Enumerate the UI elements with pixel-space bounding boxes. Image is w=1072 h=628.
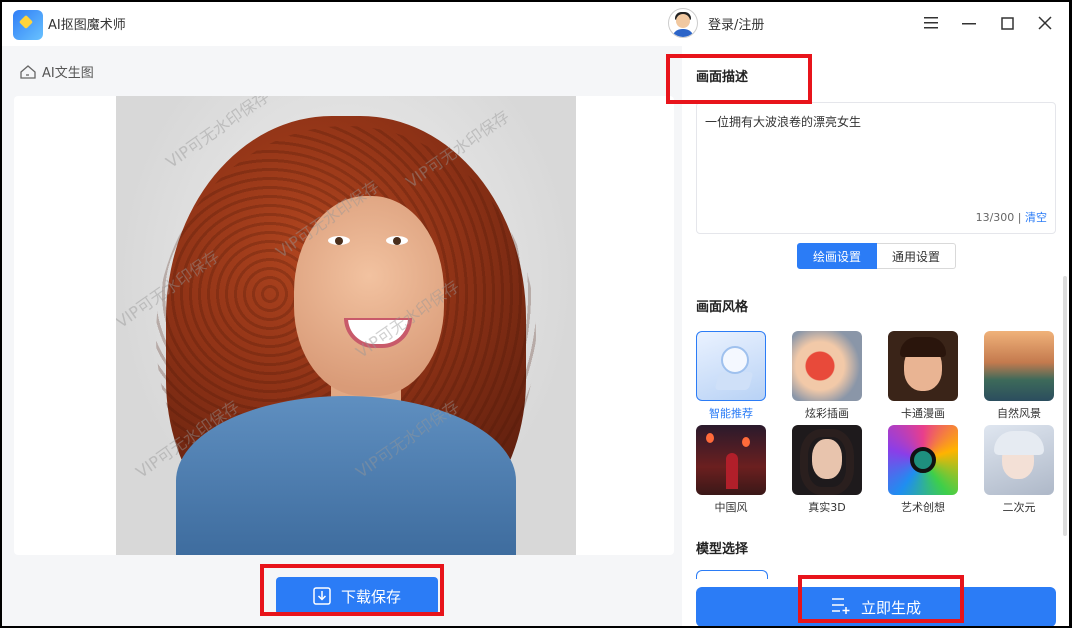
highlight-box-download xyxy=(260,564,444,616)
back-label: AI文生图 xyxy=(42,66,94,81)
image-canvas: VIP可无水印保存 VIP可无水印保存 VIP可无水印保存 VIP可无水印保存 … xyxy=(14,96,674,555)
style-option-cartoon[interactable]: 卡通漫画 xyxy=(888,331,958,421)
tab-general-settings[interactable]: 通用设置 xyxy=(877,243,956,269)
highlight-box-generate xyxy=(798,575,964,623)
scrollbar[interactable] xyxy=(1063,276,1067,536)
char-counter: 13/300 | 清空 xyxy=(975,211,1047,224)
art-creative-thumb xyxy=(888,425,958,495)
tab-drawing-settings[interactable]: 绘画设置 xyxy=(797,243,877,269)
user-avatar-icon[interactable] xyxy=(668,8,698,38)
minimize-icon[interactable] xyxy=(958,12,980,34)
description-text: 一位拥有大波浪卷的漂亮女生 xyxy=(705,115,862,129)
app-window: AI抠图魔术师 登录/注册 AI文生图 VIP可无水印保存 VIP可无水印保存 … xyxy=(2,2,1069,626)
cartoon-thumb xyxy=(888,331,958,401)
back-button[interactable]: AI文生图 xyxy=(20,62,94,81)
title-bar: AI抠图魔术师 登录/注册 xyxy=(2,2,1069,46)
model-option[interactable] xyxy=(696,570,768,579)
chinese-style-thumb xyxy=(696,425,766,495)
login-register-link[interactable]: 登录/注册 xyxy=(708,14,764,33)
style-option-chinese[interactable]: 中国风 xyxy=(696,425,766,515)
app-title: AI抠图魔术师 xyxy=(48,18,126,33)
landscape-thumb xyxy=(984,331,1054,401)
menu-icon[interactable] xyxy=(920,12,942,34)
home-back-icon xyxy=(20,64,36,79)
clear-button[interactable]: 清空 xyxy=(1025,211,1047,224)
app-logo-icon xyxy=(13,10,43,40)
style-option-real3d[interactable]: 真实3D xyxy=(792,425,862,515)
maximize-icon[interactable] xyxy=(996,12,1018,34)
anime-thumb xyxy=(984,425,1054,495)
style-option-smart[interactable]: 智能推荐 xyxy=(696,331,766,421)
highlight-box-description xyxy=(666,54,812,104)
model-title: 模型选择 xyxy=(696,542,749,557)
smart-recommend-icon xyxy=(696,331,766,401)
description-input[interactable]: 一位拥有大波浪卷的漂亮女生 13/300 | 清空 xyxy=(696,102,1056,234)
close-icon[interactable] xyxy=(1034,12,1056,34)
colorful-illustration-thumb xyxy=(792,331,862,401)
style-option-anime[interactable]: 二次元 xyxy=(984,425,1054,515)
style-option-art[interactable]: 艺术创想 xyxy=(888,425,958,515)
settings-tabs: 绘画设置 通用设置 xyxy=(797,243,956,269)
real-3d-thumb xyxy=(792,425,862,495)
generated-image: VIP可无水印保存 VIP可无水印保存 VIP可无水印保存 VIP可无水印保存 … xyxy=(116,96,576,555)
style-option-colorful[interactable]: 炫彩插画 xyxy=(792,331,862,421)
style-option-landscape[interactable]: 自然风景 xyxy=(984,331,1054,421)
settings-panel: 画面描述 一位拥有大波浪卷的漂亮女生 13/300 | 清空 绘画设置 通用设置… xyxy=(682,46,1069,626)
style-title: 画面风格 xyxy=(696,300,749,315)
